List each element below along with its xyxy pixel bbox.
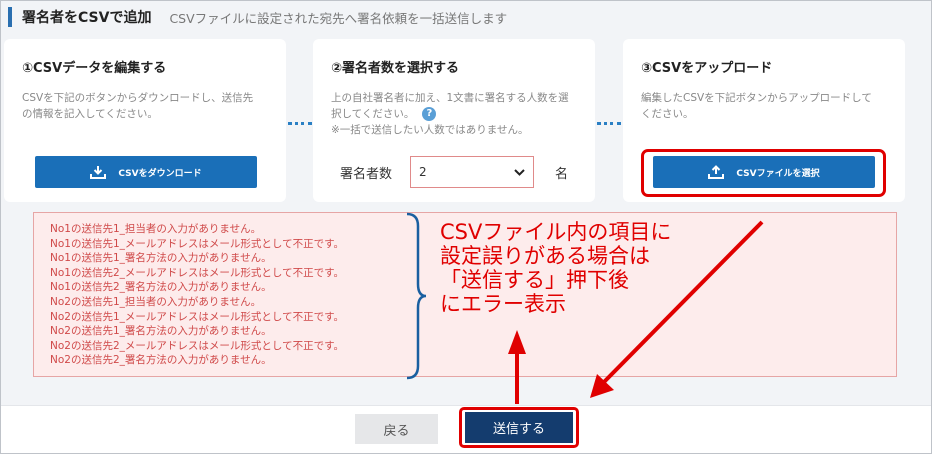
arrow-down-left [590, 220, 764, 398]
annotation-arrows [508, 220, 764, 404]
arrow-up [508, 330, 526, 404]
